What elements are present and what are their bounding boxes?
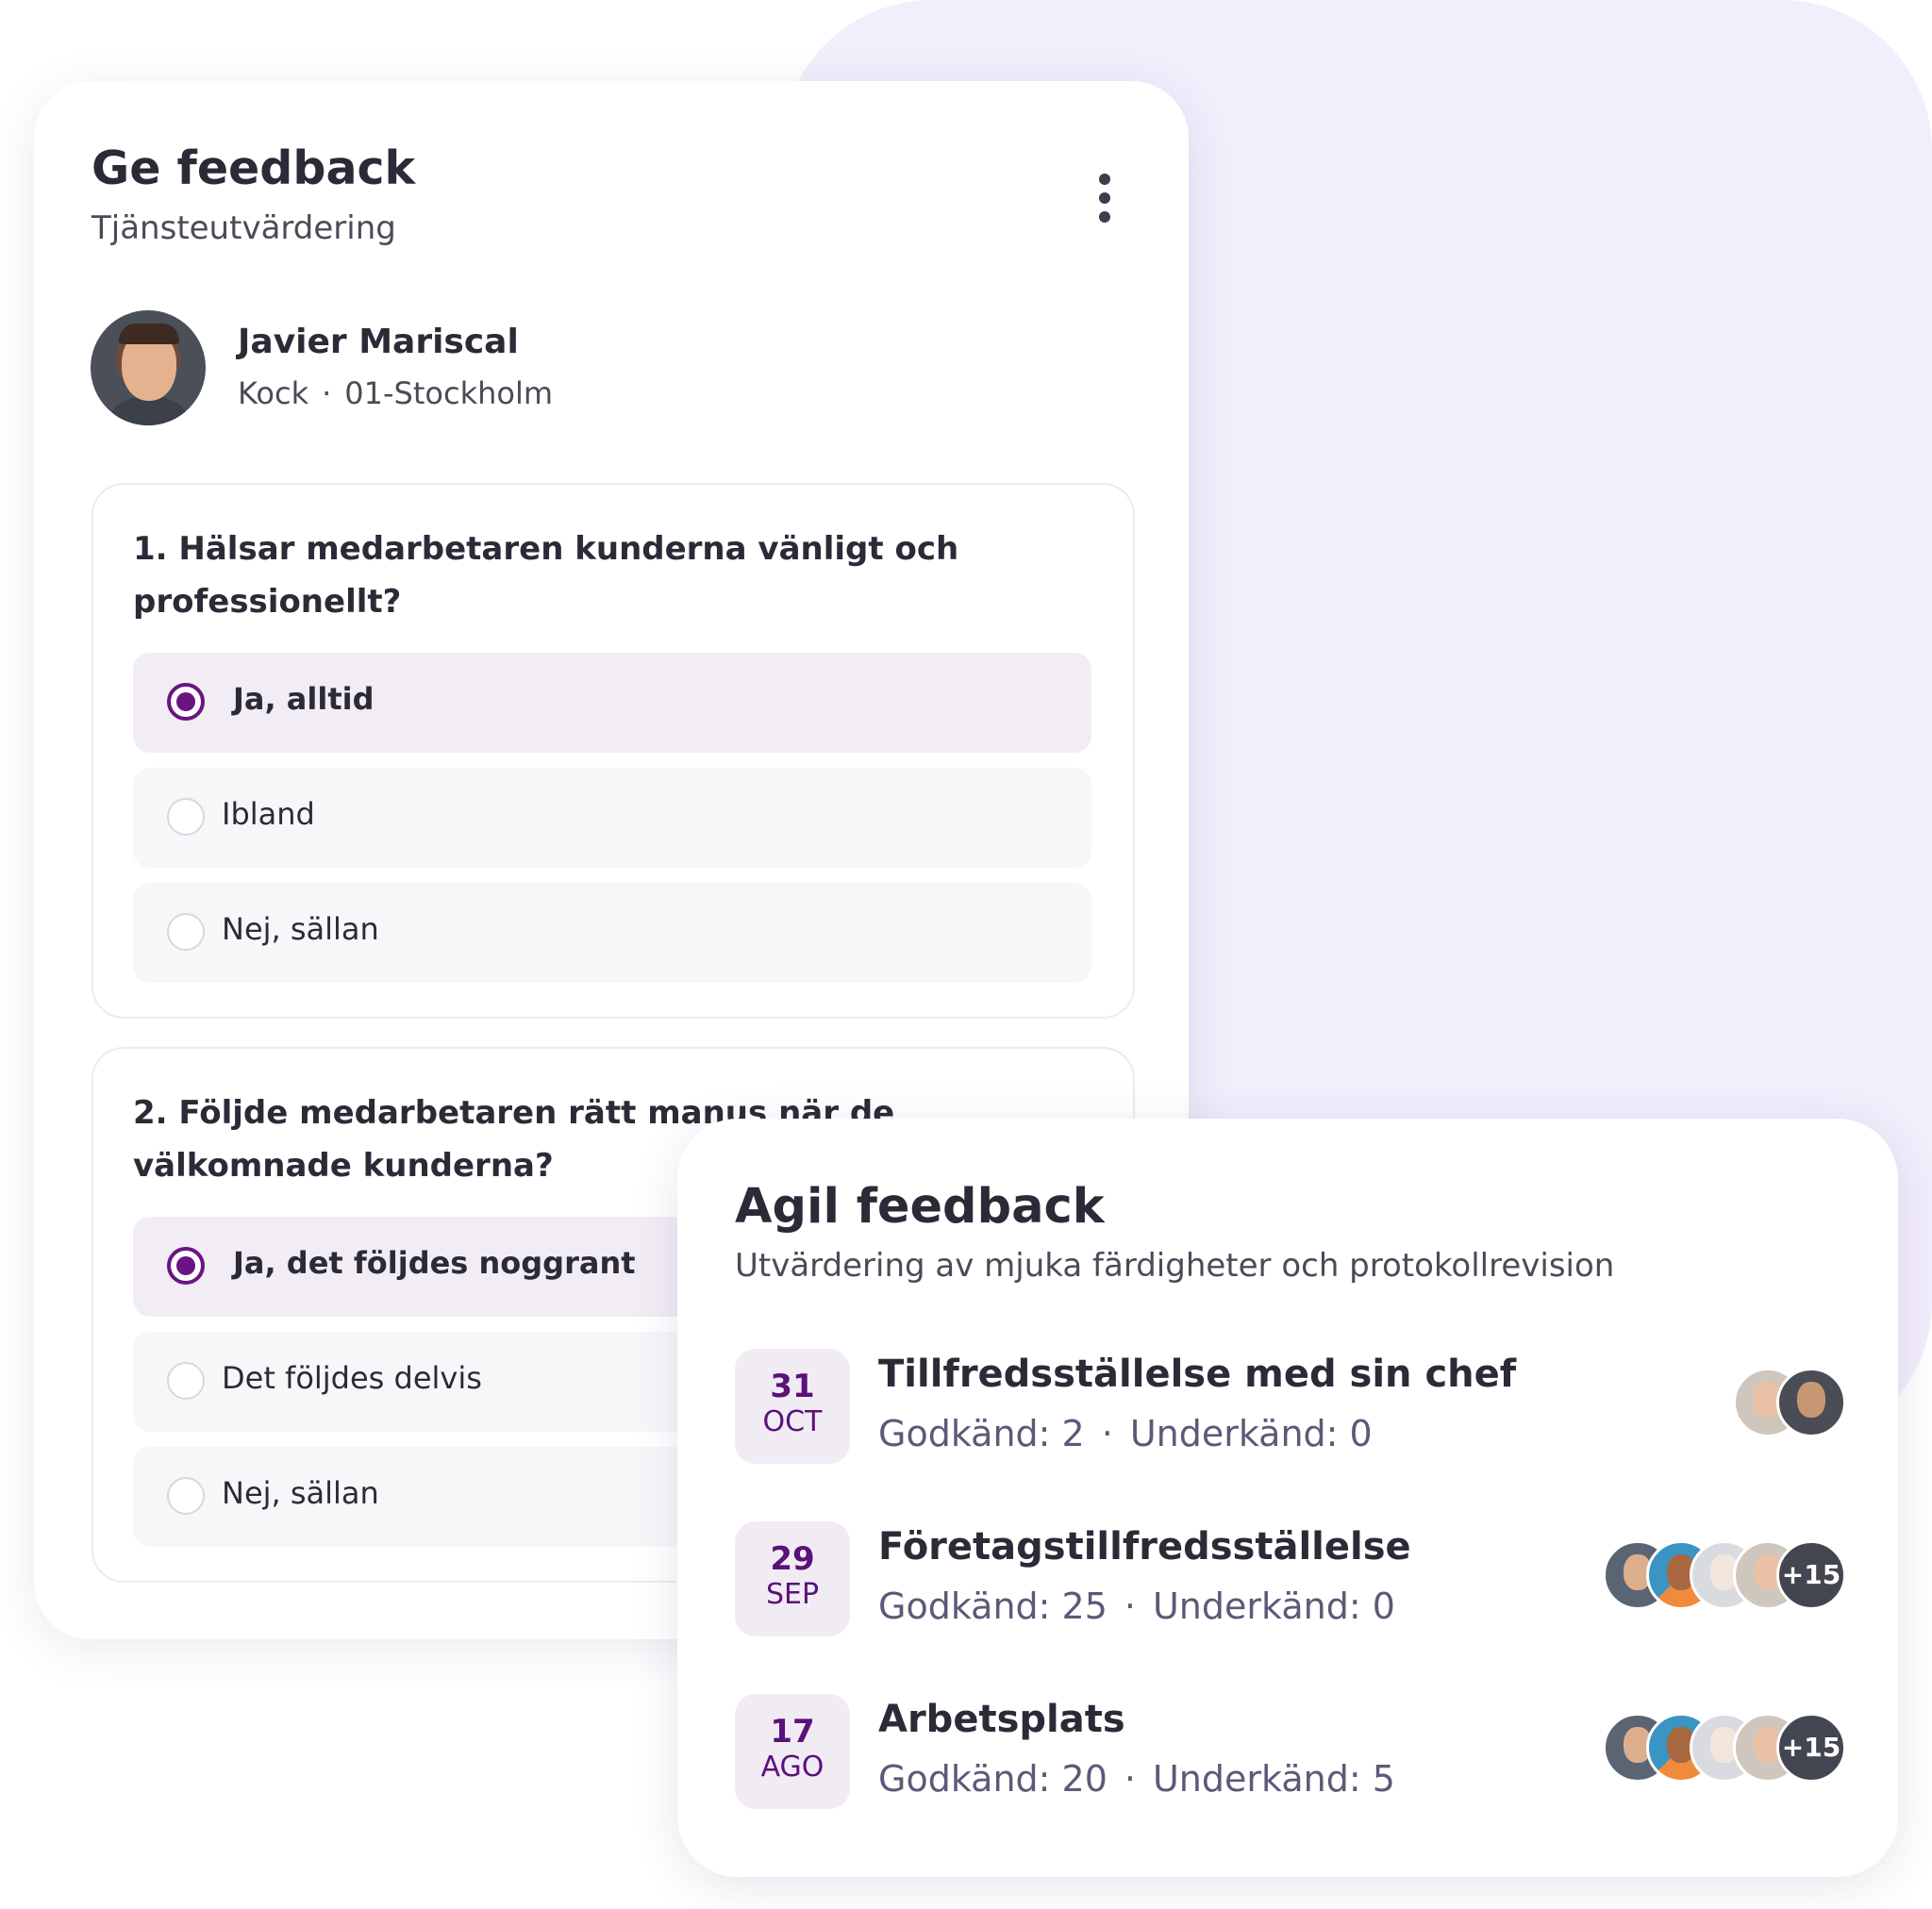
option-label: Nej, sällan [222, 911, 379, 947]
item-stats: Godkänd: 20 · Underkänd: 5 [878, 1758, 1395, 1800]
feedback-item[interactable]: 17 AGO Arbetsplats Godkänd: 20 · Underkänd… [735, 1694, 1848, 1809]
question-card: 1. Hälsar medarbetaren kunderna vänligt … [92, 483, 1135, 1019]
feedback-item[interactable]: 31 OCT Tillfredsställelse med sin chef G… [735, 1349, 1848, 1464]
question-text: 1. Hälsar medarbetaren kunderna vänligt … [133, 530, 959, 621]
approved-count: Godkänd: 25 [878, 1585, 1108, 1627]
item-stats: Godkänd: 2 · Underkänd: 0 [878, 1413, 1373, 1454]
employee-meta: Kock · 01-Stockholm [238, 375, 553, 411]
option-nej-sallan[interactable]: Nej, sällan [133, 883, 1091, 983]
date-day: 31 [770, 1368, 815, 1405]
date-month: OCT [762, 1405, 823, 1438]
more-participants-badge: +15 [1776, 1713, 1846, 1783]
more-participants-badge: +15 [1776, 1540, 1846, 1610]
date-badge: 29 SEP [735, 1521, 850, 1636]
item-title: Arbetsplats [878, 1698, 1125, 1741]
avatar [1776, 1368, 1846, 1437]
radio-selected-icon[interactable] [167, 1247, 205, 1285]
separator-dot: · [1101, 1413, 1113, 1454]
avatar [91, 310, 206, 425]
radio-icon[interactable] [167, 1362, 205, 1400]
more-options-icon[interactable] [1085, 170, 1126, 236]
item-title: Företagstillfredsställelse [878, 1525, 1411, 1569]
participant-avatars: +15 [1603, 1540, 1846, 1610]
failed-count: Underkänd: 0 [1129, 1413, 1373, 1454]
card-title: Ge feedback [92, 141, 416, 195]
separator-dot: · [1124, 1758, 1136, 1800]
date-badge: 17 AGO [735, 1694, 850, 1809]
participant-avatars: +15 [1603, 1713, 1846, 1783]
date-day: 17 [770, 1713, 815, 1751]
radio-icon[interactable] [167, 798, 205, 836]
employee-name: Javier Mariscal [238, 323, 519, 361]
agile-feedback-card: Agil feedback Utvärdering av mjuka färdi… [677, 1119, 1898, 1877]
feedback-item[interactable]: 29 SEP Företagstillfredsställelse Godkän… [735, 1521, 1848, 1636]
card-title: Agil feedback [735, 1179, 1105, 1235]
separator-dot: · [1124, 1585, 1136, 1627]
option-label: Ja, alltid [233, 681, 375, 717]
option-label: Ibland [222, 796, 315, 832]
option-label: Ja, det följdes noggrant [233, 1245, 636, 1281]
failed-count: Underkänd: 5 [1152, 1758, 1395, 1800]
card-subtitle: Tjänsteutvärdering [92, 209, 396, 247]
option-label: Nej, sällan [222, 1475, 379, 1511]
separator-dot: · [322, 375, 332, 411]
failed-count: Underkänd: 0 [1152, 1585, 1395, 1627]
option-label: Det följdes delvis [222, 1360, 482, 1396]
option-ja-alltid[interactable]: Ja, alltid [133, 653, 1091, 753]
participant-avatars [1733, 1368, 1846, 1437]
radio-icon[interactable] [167, 1477, 205, 1515]
date-badge: 31 OCT [735, 1349, 850, 1464]
radio-selected-icon[interactable] [167, 683, 205, 721]
approved-count: Godkänd: 20 [878, 1758, 1108, 1800]
date-day: 29 [770, 1540, 815, 1578]
item-stats: Godkänd: 25 · Underkänd: 0 [878, 1585, 1395, 1627]
card-subtitle: Utvärdering av mjuka färdigheter och pro… [735, 1247, 1615, 1285]
item-title: Tillfredsställelse med sin chef [878, 1353, 1517, 1396]
option-ibland[interactable]: Ibland [133, 768, 1091, 868]
radio-icon[interactable] [167, 913, 205, 951]
employee-location: 01-Stockholm [344, 375, 554, 411]
date-month: SEP [765, 1578, 820, 1611]
date-month: AGO [760, 1751, 824, 1784]
approved-count: Godkänd: 2 [878, 1413, 1085, 1454]
employee-role: Kock [238, 375, 309, 411]
